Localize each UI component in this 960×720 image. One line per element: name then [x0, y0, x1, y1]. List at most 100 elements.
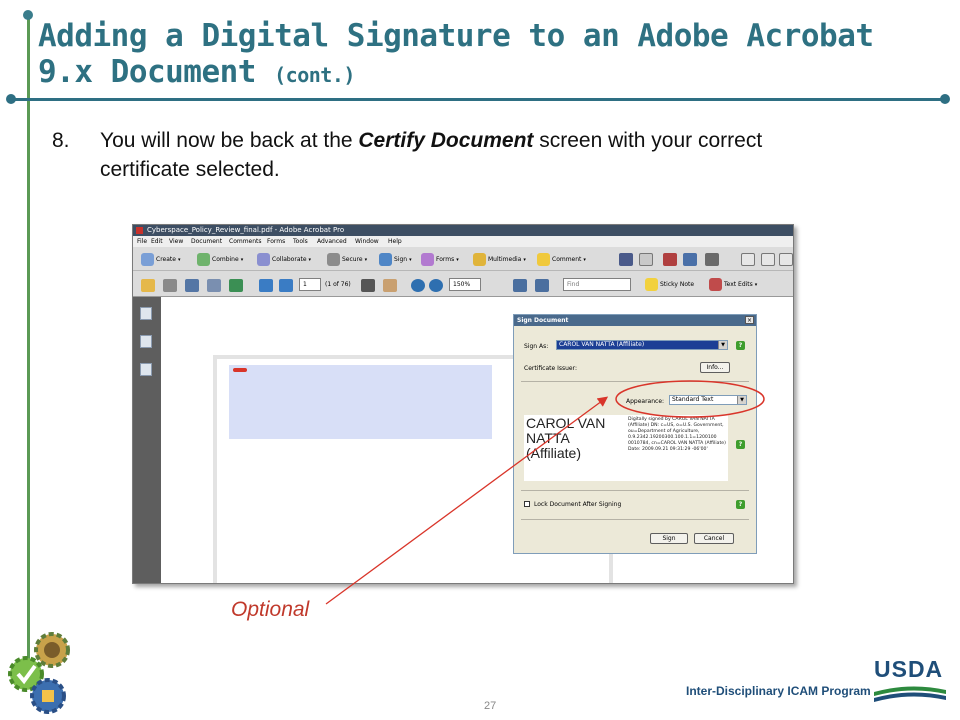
sign-document-dialog: Sign Document × Sign As: CAROL VAN NATTA…: [513, 314, 757, 554]
create-button[interactable]: Create ▾: [141, 253, 180, 266]
collaborate-icon: [257, 253, 270, 266]
help-icon[interactable]: ?: [736, 341, 745, 350]
next-page-icon[interactable]: [279, 279, 293, 292]
chevron-down-icon: ▼: [737, 396, 746, 404]
signature-field[interactable]: [229, 365, 492, 439]
chevron-down-icon: ▼: [718, 341, 727, 349]
lock-document-checkbox[interactable]: [524, 501, 530, 507]
text-edits-icon: [709, 278, 722, 291]
dropdown-arrow-icon: ▾: [177, 257, 181, 263]
select-tool-icon[interactable]: [619, 253, 633, 266]
sign-label: Sign: [394, 256, 408, 263]
appearance-select[interactable]: Standard Text ▼: [669, 395, 747, 405]
page-number-input[interactable]: 1: [299, 278, 321, 291]
signature-preview: CAROL VAN NATTA (Affiliate) Digitally si…: [524, 415, 728, 481]
combine-icon: [197, 253, 210, 266]
signatures-panel-icon[interactable]: [140, 363, 152, 376]
menu-window[interactable]: Window: [355, 236, 379, 247]
sticky-note-button[interactable]: Sticky Note: [645, 278, 694, 291]
touchup-icon[interactable]: [663, 253, 677, 266]
title-underline: [10, 98, 946, 101]
checkbox-tool-icon[interactable]: [761, 253, 775, 266]
forms-label: Forms: [436, 256, 455, 263]
ok-button-icon[interactable]: [639, 253, 653, 266]
zoom-in-icon[interactable]: [429, 279, 443, 292]
forms-button[interactable]: Forms ▾: [421, 253, 459, 266]
help-icon[interactable]: ?: [736, 500, 745, 509]
usda-logo: USDA: [874, 656, 946, 704]
comment-label: Comment: [552, 256, 582, 263]
pages-panel-icon[interactable]: [140, 307, 152, 320]
text-edits-label: Text Edits: [724, 281, 753, 288]
find-input[interactable]: Find: [563, 278, 631, 291]
email-icon[interactable]: [207, 279, 221, 292]
multimedia-icon: [473, 253, 486, 266]
step-text: You will now be back at the Certify Docu…: [100, 126, 772, 184]
dialog-title-bar: Sign Document: [514, 315, 756, 326]
usda-logo-hills-icon: [874, 686, 946, 702]
menu-advanced[interactable]: Advanced: [317, 236, 347, 247]
print-icon[interactable]: [163, 279, 177, 292]
bookmarks-panel-icon[interactable]: [140, 335, 152, 348]
comment-button[interactable]: Comment ▾: [537, 253, 586, 266]
sign-as-label: Sign As:: [524, 343, 549, 350]
text-field-tool-icon[interactable]: [741, 253, 755, 266]
hand-tool-icon[interactable]: [383, 279, 397, 292]
combine-button[interactable]: Combine ▾: [197, 253, 243, 266]
previous-page-icon[interactable]: [259, 279, 273, 292]
page-number-value: 1: [303, 281, 307, 288]
collaborate-label: Collaborate: [272, 256, 307, 263]
menu-help[interactable]: Help: [388, 236, 402, 247]
text-edits-button[interactable]: Text Edits ▾: [709, 278, 757, 291]
gears-logo-icon: [4, 628, 80, 718]
save-icon[interactable]: [185, 279, 199, 292]
sign-button[interactable]: Sign: [650, 533, 688, 544]
info-button[interactable]: Info...: [700, 362, 730, 373]
appearance-value: Standard Text: [672, 396, 714, 403]
dropdown-arrow-icon: ▾: [456, 257, 459, 263]
menu-file[interactable]: File: [137, 236, 147, 247]
collaborate-button[interactable]: Collaborate ▾: [257, 253, 311, 266]
accent-dot-right: [940, 94, 950, 104]
standard-toolbar: 1 (1 of 76) 150% Find Sticky Note Text E…: [133, 271, 793, 297]
menu-edit[interactable]: Edit: [151, 236, 163, 247]
sign-as-select[interactable]: CAROL VAN NATTA (Affiliate) ▼: [556, 340, 728, 350]
dropdown-arrow-icon: ▾: [409, 257, 412, 263]
help-icon[interactable]: ?: [736, 440, 745, 449]
menu-comments[interactable]: Comments: [229, 236, 262, 247]
list-tool-icon[interactable]: [779, 253, 793, 266]
fit-width-icon[interactable]: [535, 279, 549, 292]
acrobat-app-icon: [136, 227, 143, 234]
zoom-value: 150%: [453, 281, 471, 288]
left-accent-line: [27, 14, 30, 664]
secure-button[interactable]: Secure ▾: [327, 253, 367, 266]
step-text-before: You will now be back at the: [100, 129, 359, 152]
menu-tools[interactable]: Tools: [293, 236, 308, 247]
close-icon[interactable]: ×: [745, 316, 754, 324]
menu-document[interactable]: Document: [191, 236, 222, 247]
slide-title-cont: (cont.): [274, 63, 355, 87]
link-tool-icon[interactable]: [683, 253, 697, 266]
pen-icon: [379, 253, 392, 266]
forms-icon: [421, 253, 434, 266]
menu-forms[interactable]: Forms: [267, 236, 285, 247]
sign-button[interactable]: Sign ▾: [379, 253, 412, 266]
dropdown-arrow-icon: ▾: [240, 257, 244, 263]
multimedia-button[interactable]: Multimedia ▾: [473, 253, 526, 266]
create-label: Create: [156, 256, 176, 263]
certificate-issuer-label: Certificate Issuer:: [524, 365, 577, 372]
select-text-icon[interactable]: [361, 279, 375, 292]
open-icon[interactable]: [141, 279, 155, 292]
cancel-button[interactable]: Cancel: [694, 533, 734, 544]
dropdown-arrow-icon: ▾: [364, 257, 368, 263]
web-icon[interactable]: [229, 279, 243, 292]
appearance-label: Appearance:: [626, 398, 665, 405]
fit-page-icon[interactable]: [513, 279, 527, 292]
stamp-tool-icon[interactable]: [705, 253, 719, 266]
dropdown-arrow-icon: ▾: [583, 257, 586, 263]
zoom-out-icon[interactable]: [411, 279, 425, 292]
zoom-input[interactable]: 150%: [449, 278, 481, 291]
lock-icon: [327, 253, 340, 266]
dropdown-arrow-icon: ▾: [308, 257, 312, 263]
menu-view[interactable]: View: [169, 236, 183, 247]
